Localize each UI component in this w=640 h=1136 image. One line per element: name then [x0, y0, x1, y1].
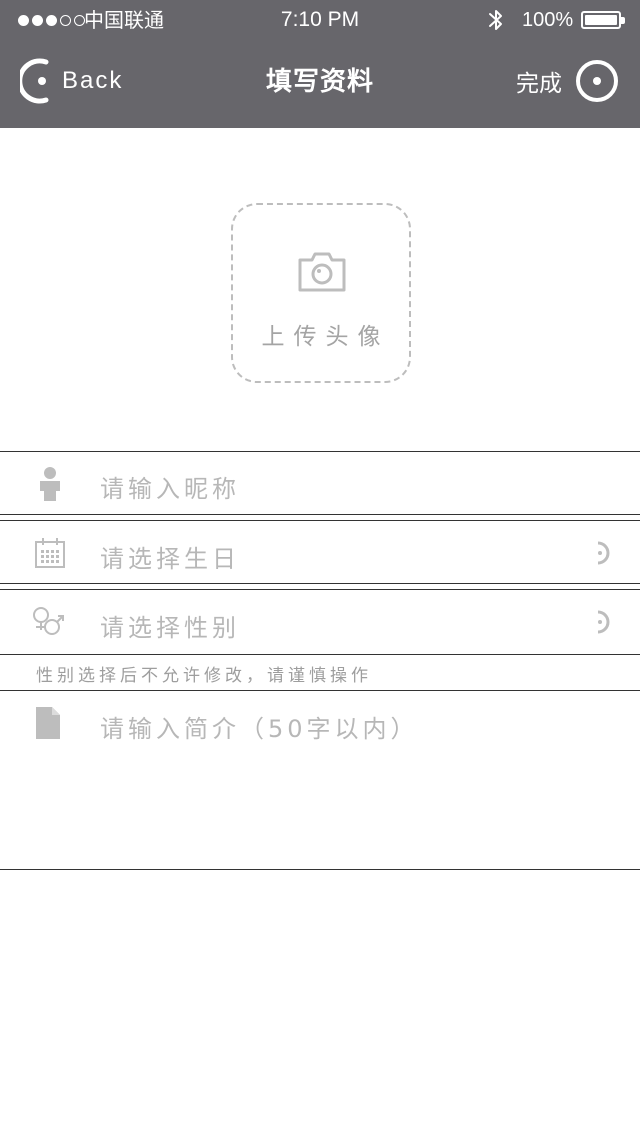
- divider: [0, 514, 640, 515]
- avatar-upload-button[interactable]: 上传头像: [231, 203, 411, 383]
- header: 中国联通 7:10 PM 100% Back 填写资料 完成: [0, 0, 640, 128]
- battery-icon: [581, 11, 625, 29]
- camera-icon: [298, 252, 346, 292]
- nav-bar: Back 填写资料 完成: [0, 40, 640, 128]
- bluetooth-icon: [489, 10, 502, 30]
- person-icon: [40, 467, 60, 501]
- birthday-select[interactable]: 请选择生日: [100, 539, 240, 574]
- birthday-row[interactable]: 请选择生日: [0, 521, 640, 583]
- chevron-right-icon: [597, 610, 610, 634]
- gender-icon: [33, 607, 64, 635]
- divider: [0, 654, 640, 655]
- battery-percent: 100%: [522, 9, 574, 31]
- calendar-icon: [35, 538, 65, 568]
- nickname-input[interactable]: 请输入昵称: [100, 469, 240, 504]
- done-label: 完成: [516, 71, 562, 97]
- bio-input[interactable]: 请输入简介（50字以内）: [100, 709, 419, 744]
- status-bar: 中国联通 7:10 PM 100%: [0, 0, 640, 40]
- nickname-row[interactable]: 请输入昵称: [0, 452, 640, 514]
- chevron-right-icon: [597, 541, 610, 565]
- avatar-upload-label: 上传头像: [261, 324, 390, 350]
- profile-form-screen: 中国联通 7:10 PM 100% Back 填写资料 完成 上传头像 请输入昵…: [0, 0, 640, 1136]
- document-icon: [36, 707, 60, 739]
- done-button[interactable]: 完成: [516, 58, 620, 104]
- divider: [0, 583, 640, 584]
- divider: [0, 869, 640, 870]
- bio-field[interactable]: 请输入简介（50字以内）: [0, 691, 640, 869]
- gender-row[interactable]: 请选择性别: [0, 590, 640, 654]
- gender-warning-note: 性别选择后不允许修改，请谨慎操作: [36, 666, 372, 686]
- gender-select[interactable]: 请选择性别: [100, 608, 240, 643]
- done-circle-icon: [576, 60, 618, 102]
